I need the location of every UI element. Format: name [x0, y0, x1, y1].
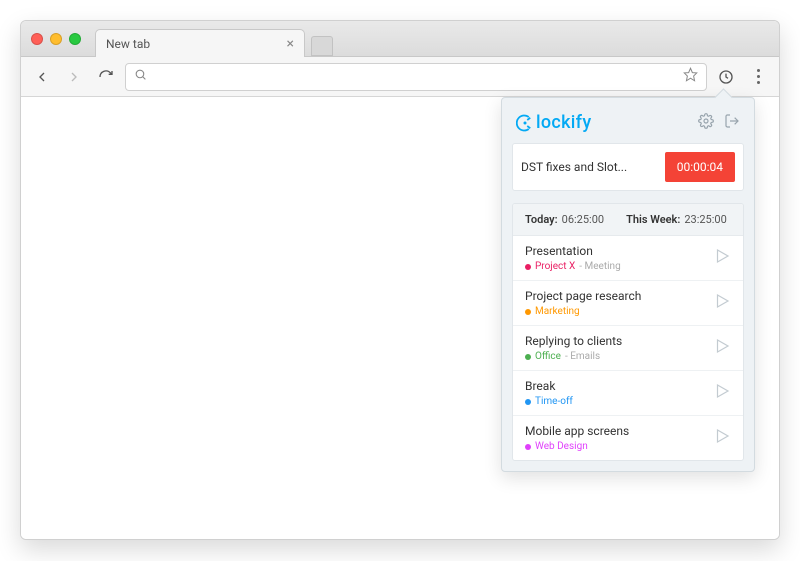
window-controls: [31, 33, 81, 45]
current-entry-title[interactable]: DST fixes and Slot...: [521, 160, 657, 174]
entry-project-row: Office Emails: [525, 351, 713, 362]
close-window-button[interactable]: [31, 33, 43, 45]
clockify-logo: lockify: [516, 112, 591, 133]
entry-title: Presentation: [525, 244, 713, 258]
entry-project-row: Project X Meeting: [525, 261, 713, 272]
entries-list: Presentation Project X Meeting Project p…: [513, 236, 743, 460]
entry-title: Break: [525, 379, 713, 393]
time-entry[interactable]: Break Time-off: [513, 371, 743, 416]
close-tab-button[interactable]: ×: [287, 36, 294, 52]
entry-title: Replying to clients: [525, 334, 713, 348]
play-icon: [713, 427, 731, 445]
entries-panel: Today:06:25:00 This Week:23:25:00 Presen…: [512, 203, 744, 461]
clockify-popup: lockify DST fixes and Slot... 00:00:04: [501, 97, 755, 472]
clockify-logo-icon: [516, 114, 534, 132]
back-button[interactable]: [29, 64, 55, 90]
logout-button[interactable]: [724, 113, 740, 133]
forward-button[interactable]: [61, 64, 87, 90]
project-color-dot: [525, 399, 531, 405]
summary-week: This Week:23:25:00: [626, 213, 727, 226]
time-entry[interactable]: Replying to clients Office Emails: [513, 326, 743, 371]
entry-main: Replying to clients Office Emails: [525, 334, 713, 362]
toolbar: [21, 57, 779, 97]
entry-task: Emails: [565, 351, 600, 362]
bookmark-star-icon[interactable]: [683, 67, 698, 86]
entry-project: Web Design: [535, 441, 588, 452]
summary-today: Today:06:25:00: [525, 213, 604, 226]
browser-menu-button[interactable]: [745, 64, 771, 90]
entry-title: Mobile app screens: [525, 424, 713, 438]
address-input[interactable]: [155, 69, 675, 84]
entry-main: Mobile app screens Web Design: [525, 424, 713, 452]
entry-main: Presentation Project X Meeting: [525, 244, 713, 272]
play-icon: [713, 337, 731, 355]
entry-project: Marketing: [535, 306, 580, 317]
entry-main: Project page research Marketing: [525, 289, 713, 317]
tab-strip: New tab ×: [95, 21, 333, 56]
project-color-dot: [525, 354, 531, 360]
kebab-icon: [749, 69, 767, 84]
address-bar[interactable]: [125, 63, 707, 91]
titlebar: New tab ×: [21, 21, 779, 57]
entry-title: Project page research: [525, 289, 713, 303]
time-entry[interactable]: Presentation Project X Meeting: [513, 236, 743, 281]
project-color-dot: [525, 264, 531, 270]
new-tab-button[interactable]: [311, 36, 333, 56]
browser-tab[interactable]: New tab ×: [95, 29, 305, 57]
time-entry[interactable]: Project page research Marketing: [513, 281, 743, 326]
start-entry-button[interactable]: [713, 337, 731, 359]
entry-main: Break Time-off: [525, 379, 713, 407]
start-entry-button[interactable]: [713, 382, 731, 404]
clockify-extension-button[interactable]: [713, 64, 739, 90]
popup-header: lockify: [512, 108, 744, 143]
time-summary: Today:06:25:00 This Week:23:25:00: [513, 204, 743, 236]
brand-text: lockify: [536, 112, 591, 133]
tab-title: New tab: [106, 37, 150, 51]
play-icon: [713, 247, 731, 265]
search-icon: [134, 68, 147, 85]
entry-project-row: Time-off: [525, 396, 713, 407]
reload-button[interactable]: [93, 64, 119, 90]
start-entry-button[interactable]: [713, 247, 731, 269]
start-entry-button[interactable]: [713, 427, 731, 449]
play-icon: [713, 292, 731, 310]
current-entry: DST fixes and Slot... 00:00:04: [512, 143, 744, 191]
entry-project: Time-off: [535, 396, 573, 407]
browser-window: New tab ×: [20, 20, 780, 540]
logout-icon: [724, 113, 740, 129]
gear-icon: [698, 113, 714, 129]
settings-button[interactable]: [698, 113, 714, 133]
entry-project: Project X: [535, 261, 575, 272]
entry-project: Office: [535, 351, 561, 362]
entry-task: Meeting: [579, 261, 620, 272]
time-entry[interactable]: Mobile app screens Web Design: [513, 416, 743, 460]
stop-timer-button[interactable]: 00:00:04: [665, 152, 735, 182]
minimize-window-button[interactable]: [50, 33, 62, 45]
entry-project-row: Web Design: [525, 441, 713, 452]
project-color-dot: [525, 309, 531, 315]
entry-project-row: Marketing: [525, 306, 713, 317]
play-icon: [713, 382, 731, 400]
page-content: lockify DST fixes and Slot... 00:00:04: [21, 97, 779, 539]
project-color-dot: [525, 444, 531, 450]
start-entry-button[interactable]: [713, 292, 731, 314]
maximize-window-button[interactable]: [69, 33, 81, 45]
